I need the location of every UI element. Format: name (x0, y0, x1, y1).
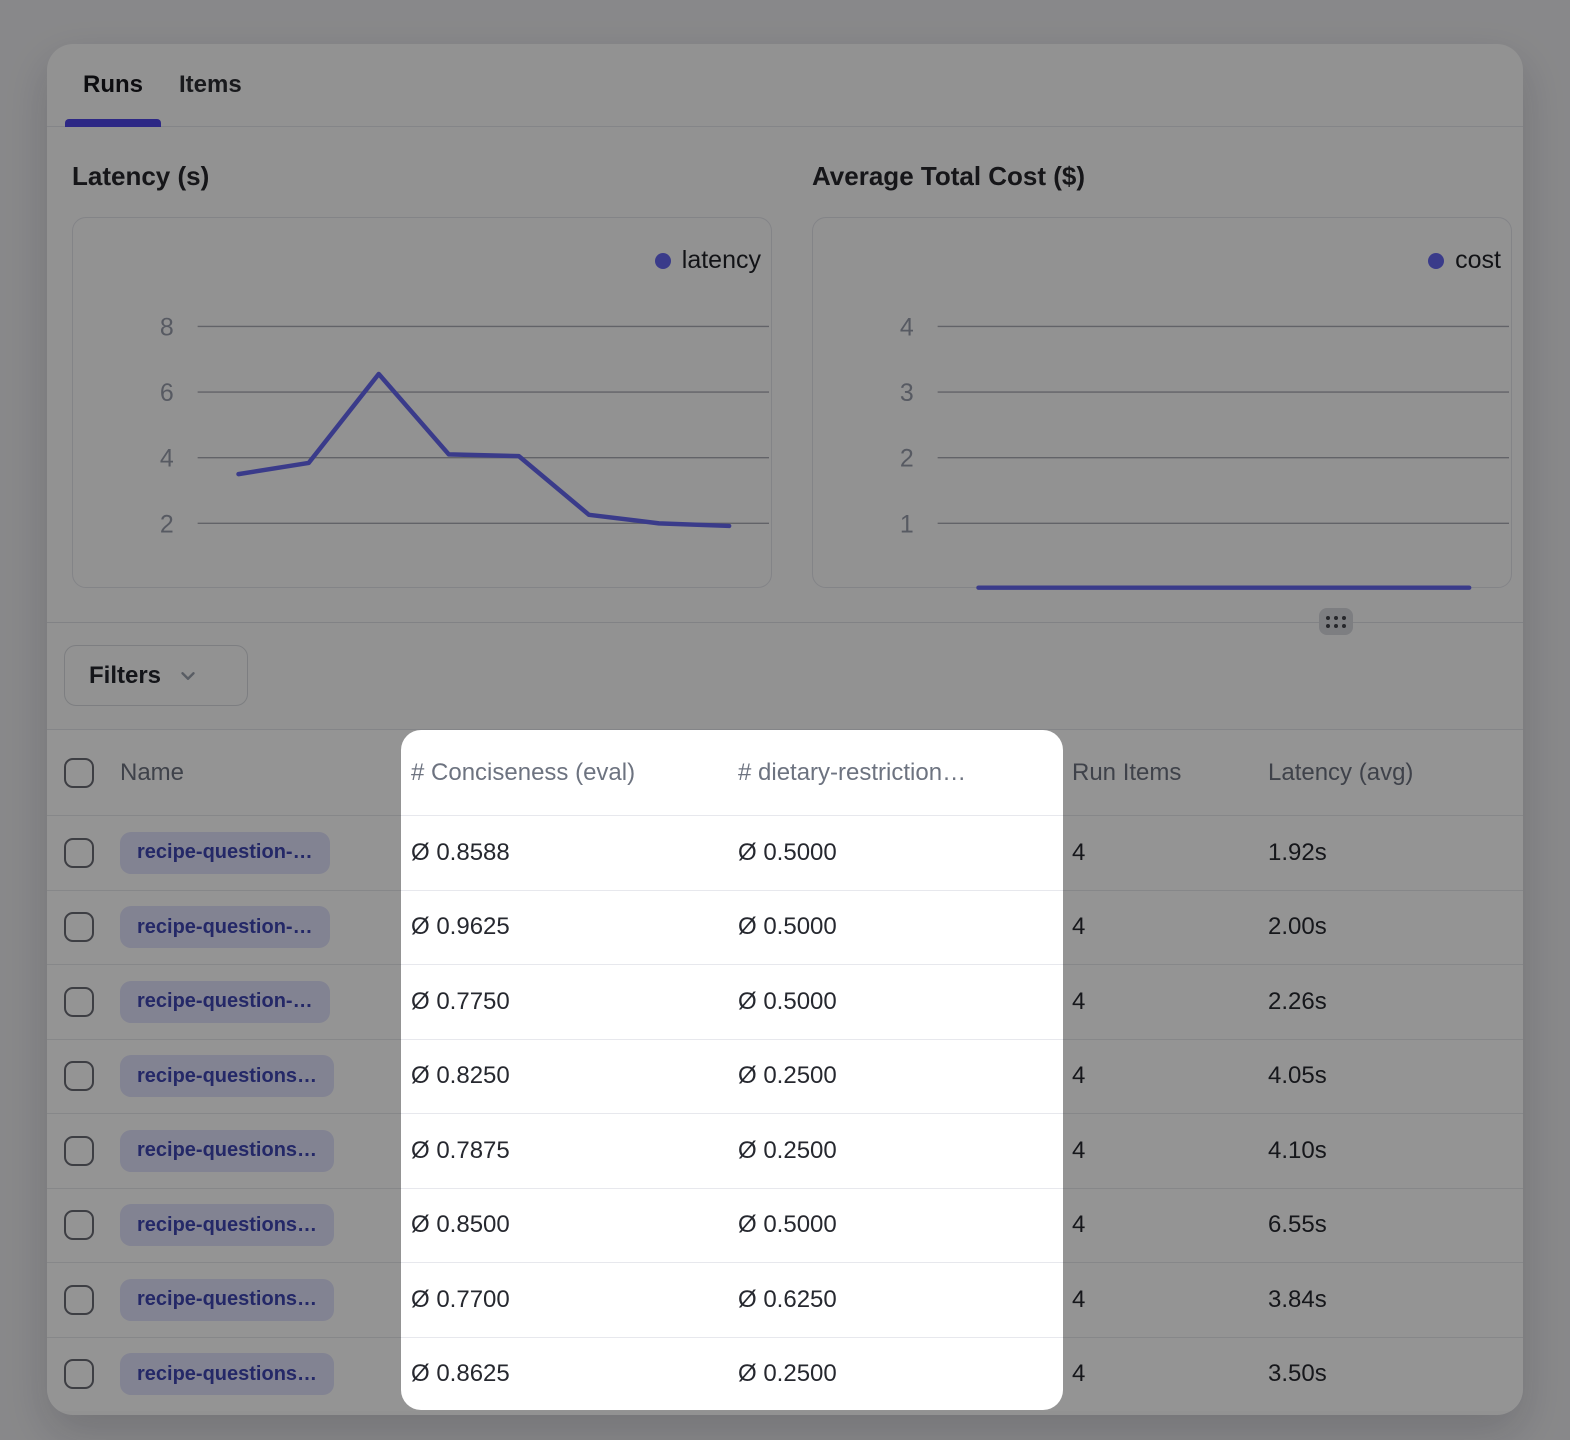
y-axis-tick: 2 (160, 510, 174, 538)
row-checkbox[interactable] (64, 1061, 94, 1091)
latency-value: 1.92s (1235, 816, 1523, 890)
table-row[interactable]: recipe-question-… Ø 0.8588 Ø 0.5000 4 1.… (47, 815, 1523, 890)
select-all-checkbox[interactable] (64, 758, 94, 788)
legend-label: latency (682, 246, 761, 275)
y-axis-tick: 6 (160, 379, 174, 407)
dietary-value: Ø 0.5000 (731, 1189, 1063, 1263)
dietary-value: Ø 0.2500 (731, 1040, 1063, 1114)
table-row[interactable]: recipe-questions… Ø 0.7875 Ø 0.2500 4 4.… (47, 1113, 1523, 1188)
row-checkbox[interactable] (64, 987, 94, 1017)
run-items-value: 4 (1063, 1189, 1235, 1263)
tab-runs[interactable]: Runs (65, 44, 161, 126)
runs-panel: Runs Items Latency (s) Average Total Cos… (47, 44, 1523, 1415)
y-axis-tick: 3 (900, 379, 914, 407)
run-name-badge[interactable]: recipe-questions… (120, 1130, 334, 1172)
conciseness-value: Ø 0.8625 (401, 1338, 731, 1412)
section-divider (47, 622, 1523, 623)
run-items-value: 4 (1063, 1114, 1235, 1188)
dietary-value: Ø 0.5000 (731, 891, 1063, 965)
tab-runs-label: Runs (83, 71, 143, 99)
table-row[interactable]: recipe-question-… Ø 0.7750 Ø 0.5000 4 2.… (47, 964, 1523, 1039)
y-axis-tick: 8 (160, 313, 174, 341)
y-axis-tick: 4 (900, 313, 914, 341)
drag-handle-icon[interactable] (1319, 608, 1353, 635)
run-name-badge[interactable]: recipe-questions… (120, 1055, 334, 1097)
column-header-dietary[interactable]: # dietary-restriction… (731, 730, 1063, 815)
latency-value: 6.55s (1235, 1189, 1523, 1263)
table-row[interactable]: recipe-questions… Ø 0.7700 Ø 0.6250 4 3.… (47, 1262, 1523, 1337)
run-name-badge[interactable]: recipe-questions… (120, 1279, 334, 1321)
dietary-value: Ø 0.2500 (731, 1114, 1063, 1188)
latency-chart-card: 2 4 6 8 latency (72, 217, 772, 588)
latency-value: 2.26s (1235, 965, 1523, 1039)
filters-button-label: Filters (89, 662, 161, 690)
row-checkbox[interactable] (64, 912, 94, 942)
latency-value: 4.10s (1235, 1114, 1523, 1188)
conciseness-value: Ø 0.7750 (401, 965, 731, 1039)
run-name-badge[interactable]: recipe-question-… (120, 906, 330, 948)
latency-chart-title: Latency (s) (72, 161, 209, 192)
chevron-down-icon (177, 665, 199, 687)
run-items-value: 4 (1063, 891, 1235, 965)
dietary-value: Ø 0.5000 (731, 965, 1063, 1039)
table-row[interactable]: recipe-questions… Ø 0.8500 Ø 0.5000 4 6.… (47, 1188, 1523, 1263)
run-items-value: 4 (1063, 816, 1235, 890)
row-checkbox[interactable] (64, 1210, 94, 1240)
tab-items-label: Items (179, 71, 242, 99)
latency-value: 4.05s (1235, 1040, 1523, 1114)
table-row[interactable]: recipe-questions… Ø 0.8250 Ø 0.2500 4 4.… (47, 1039, 1523, 1114)
dietary-value: Ø 0.2500 (731, 1338, 1063, 1412)
run-items-value: 4 (1063, 965, 1235, 1039)
table-row[interactable]: recipe-questions… Ø 0.8625 Ø 0.2500 4 3.… (47, 1337, 1523, 1412)
cost-chart-card: 1 2 3 4 cost (812, 217, 1512, 588)
run-items-value: 4 (1063, 1040, 1235, 1114)
dietary-value: Ø 0.6250 (731, 1263, 1063, 1337)
tab-bar: Runs Items (47, 44, 1523, 127)
row-checkbox[interactable] (64, 838, 94, 868)
column-header-name[interactable]: Name (110, 730, 401, 815)
filters-button[interactable]: Filters (64, 645, 248, 706)
cost-legend: cost (1428, 246, 1501, 275)
series-line-latency (239, 374, 730, 526)
dietary-value: Ø 0.5000 (731, 816, 1063, 890)
row-checkbox[interactable] (64, 1359, 94, 1389)
run-items-value: 4 (1063, 1263, 1235, 1337)
conciseness-value: Ø 0.7875 (401, 1114, 731, 1188)
latency-legend: latency (655, 246, 761, 275)
latency-value: 3.50s (1235, 1338, 1523, 1412)
run-name-badge[interactable]: recipe-question-… (120, 832, 330, 874)
legend-dot-icon (1428, 253, 1444, 269)
column-header-run-items[interactable]: Run Items (1063, 730, 1235, 815)
tab-items[interactable]: Items (161, 44, 260, 126)
conciseness-value: Ø 0.8250 (401, 1040, 731, 1114)
run-items-value: 4 (1063, 1338, 1235, 1412)
page-background: Runs Items Latency (s) Average Total Cos… (0, 0, 1570, 1440)
run-name-badge[interactable]: recipe-questions… (120, 1204, 334, 1246)
conciseness-value: Ø 0.8588 (401, 816, 731, 890)
latency-value: 3.84s (1235, 1263, 1523, 1337)
table-header-row: Name # Conciseness (eval) # dietary-rest… (47, 729, 1523, 815)
row-checkbox[interactable] (64, 1285, 94, 1315)
cost-chart: 1 2 3 4 (813, 218, 1511, 587)
y-axis-tick: 2 (900, 445, 914, 473)
conciseness-value: Ø 0.7700 (401, 1263, 731, 1337)
legend-dot-icon (655, 253, 671, 269)
conciseness-value: Ø 0.9625 (401, 891, 731, 965)
table-row[interactable]: recipe-question-… Ø 0.9625 Ø 0.5000 4 2.… (47, 890, 1523, 965)
column-header-conciseness[interactable]: # Conciseness (eval) (401, 730, 731, 815)
y-axis-tick: 4 (160, 445, 174, 473)
column-header-latency-avg[interactable]: Latency (avg) (1235, 730, 1523, 815)
legend-label: cost (1455, 246, 1501, 275)
latency-value: 2.00s (1235, 891, 1523, 965)
runs-table: Name # Conciseness (eval) # dietary-rest… (47, 729, 1523, 1415)
conciseness-value: Ø 0.8500 (401, 1189, 731, 1263)
row-checkbox[interactable] (64, 1136, 94, 1166)
run-name-badge[interactable]: recipe-questions… (120, 1353, 334, 1395)
y-axis-tick: 1 (900, 510, 914, 538)
run-name-badge[interactable]: recipe-question-… (120, 981, 330, 1023)
cost-chart-title: Average Total Cost ($) (812, 161, 1085, 192)
